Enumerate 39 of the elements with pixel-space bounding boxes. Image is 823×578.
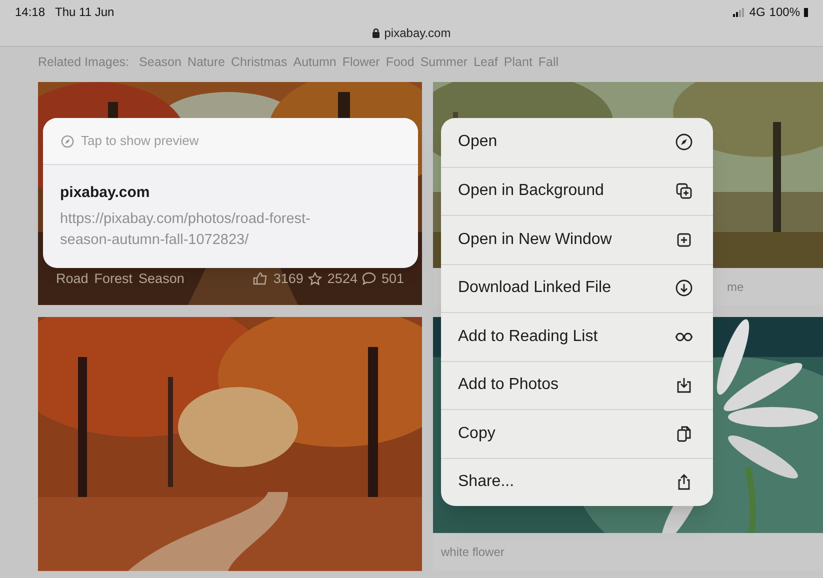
preview-hint: Tap to show preview — [81, 132, 199, 150]
compass-icon — [61, 134, 74, 148]
tray-download-icon — [675, 376, 693, 394]
image-caption: me — [727, 278, 744, 296]
menu-item[interactable]: Download Linked File — [441, 264, 713, 312]
preview-title: pixabay.com — [60, 183, 151, 203]
copy-icon — [675, 424, 693, 443]
menu-item[interactable]: Open in Background — [441, 166, 713, 215]
image-tag-link[interactable]: Forest — [94, 268, 133, 289]
menu-item[interactable]: Add to Photos — [441, 360, 713, 409]
stat-count: 501 — [381, 270, 404, 288]
menu-item[interactable]: Copy — [441, 409, 713, 458]
thumb-icon[interactable] — [253, 272, 268, 286]
menu-item[interactable]: Open — [441, 118, 713, 166]
square-plus-icon — [675, 230, 693, 249]
related-label: Related Images: — [38, 54, 130, 71]
preview-url: https://pixabay.com/photos/road-forest-season-autumn-fall-1072823/ — [60, 210, 312, 250]
download-icon — [675, 279, 693, 298]
clock-time: 14:18 — [15, 4, 46, 21]
stacked-squares-plus-icon — [675, 182, 693, 200]
status-date: Thu 11 Jun — [55, 4, 114, 21]
stat-count: 2524 — [327, 270, 358, 288]
image-tag-link[interactable]: Road — [56, 268, 88, 289]
battery-icon — [804, 8, 808, 16]
battery-percent: 100% — [769, 4, 800, 21]
lock-icon — [372, 28, 380, 38]
signal-icon — [733, 8, 746, 16]
speech-bubble-icon[interactable] — [362, 272, 376, 286]
image-tag-link[interactable]: Season — [138, 268, 184, 289]
image-caption: white flower — [441, 544, 504, 561]
address-url[interactable]: pixabay.com — [384, 24, 451, 42]
link-preview-popup[interactable]: Tap to show preview pixabay.com https://pixabay.com/photos/road-forest-season-autumn-fall-1072823/ — [43, 118, 418, 268]
menu-item[interactable]: Share... — [441, 458, 713, 506]
compass-icon — [675, 133, 693, 152]
menu-item[interactable]: Open in New Window — [441, 215, 713, 264]
star-icon[interactable] — [308, 272, 322, 286]
network-type: 4G — [749, 4, 766, 21]
menu-item[interactable]: Add to Reading List — [441, 312, 713, 360]
stat-count: 3169 — [273, 270, 304, 288]
